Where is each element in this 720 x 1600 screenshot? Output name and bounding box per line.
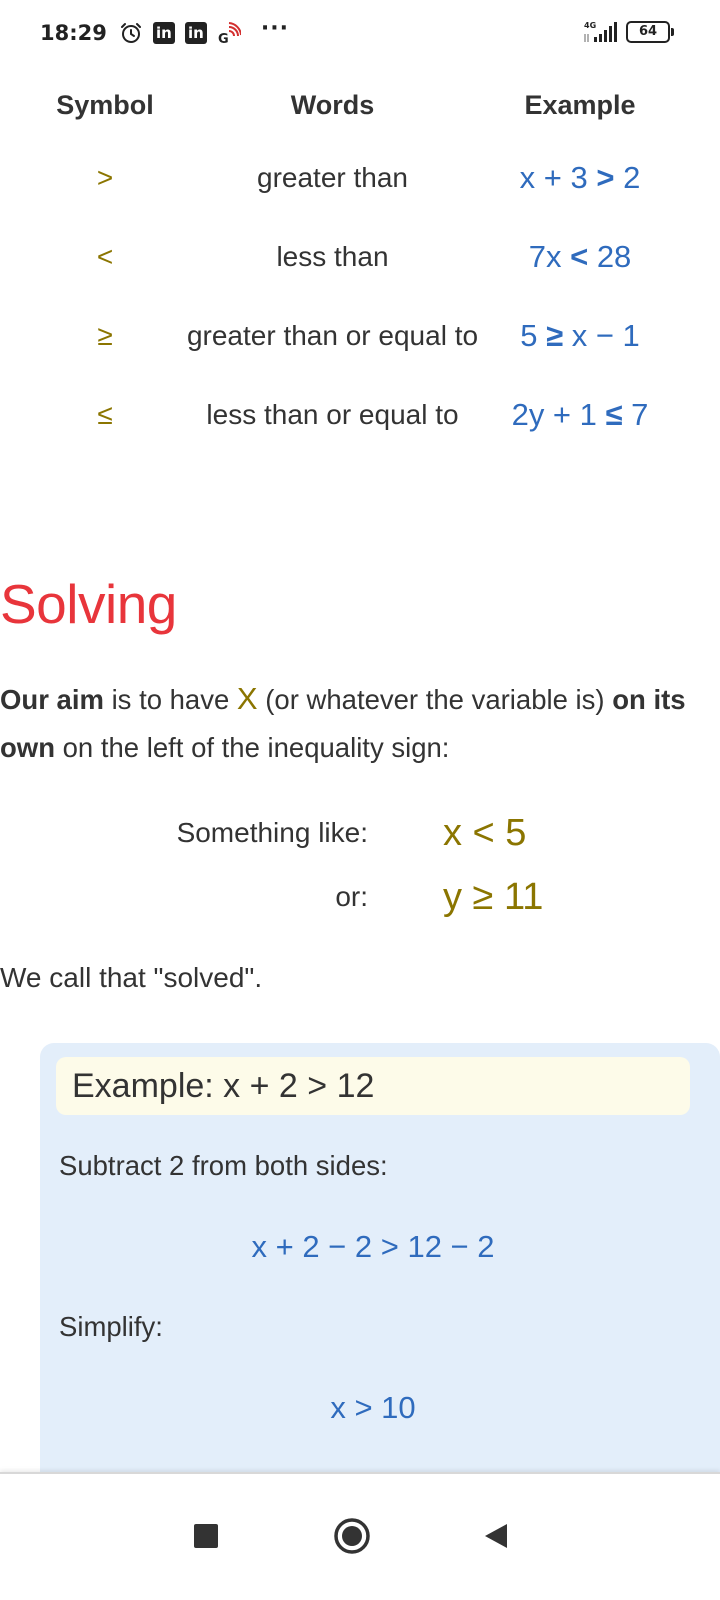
symbol-cell: <	[96, 241, 114, 272]
square-icon	[194, 1524, 218, 1548]
home-button[interactable]	[322, 1506, 382, 1566]
example-left: x + 3	[519, 160, 588, 195]
aim-paragraph: Our aim is to have X (or whatever the va…	[0, 675, 710, 772]
example-cell: 5 ≥ x − 1	[490, 313, 670, 359]
header-words: Words	[290, 90, 375, 120]
battery-level: 64	[638, 24, 658, 39]
example-right: x − 1	[571, 318, 640, 353]
example-right: 2	[623, 160, 641, 195]
alarm-icon	[119, 21, 143, 45]
linkedin-icon: in	[152, 21, 175, 44]
aim-text-2: (or whatever the variable is)	[265, 684, 605, 715]
words-cell: greater than or equal to	[186, 320, 479, 351]
step-instruction: Simplify:	[59, 1311, 163, 1342]
aim-text-1: is to have	[111, 684, 230, 715]
words-cell: less than or equal to	[206, 399, 459, 430]
example-left: 7x	[528, 239, 562, 274]
example-cell: 2y + 1 ≤ 7	[490, 392, 670, 438]
section-title: Solving	[0, 573, 177, 635]
recent-apps-button[interactable]	[176, 1506, 236, 1566]
example-op: <	[570, 239, 589, 274]
example-left: 2y + 1	[511, 397, 597, 432]
network-type-label: 4G	[584, 21, 596, 30]
solved-example-row: Something like: x < 5	[0, 805, 720, 869]
linkedin-icon-2: in	[184, 21, 207, 44]
symbol-cell: ≤	[97, 399, 113, 430]
back-button[interactable]	[466, 1506, 526, 1566]
navigation-bar	[0, 1472, 720, 1600]
example-right: 7	[631, 397, 649, 432]
more-notifications-icon: ···	[260, 16, 289, 41]
step-equation: x > 10	[330, 1390, 416, 1425]
screen: 18:29 in in G ··· 4G 64 Symbol Words Exa…	[0, 0, 720, 1600]
solved-example-label: or:	[335, 881, 368, 912]
table-header-row: Symbol Words Example	[0, 78, 720, 138]
cast-g-icon: G	[217, 21, 241, 45]
step-instruction: Subtract 2 from both sides:	[59, 1150, 388, 1181]
solved-example-label: Something like:	[176, 817, 368, 848]
table-row: > greater than x + 3 > 2	[0, 155, 720, 234]
header-example: Example	[524, 90, 636, 120]
words-cell: greater than	[257, 162, 408, 193]
example-left: 5	[520, 318, 538, 353]
symbols-table: Symbol Words Example > greater than x + …	[0, 78, 720, 471]
symbol-cell: >	[96, 162, 114, 193]
status-left: 18:29 in in G ···	[40, 16, 289, 45]
status-time: 18:29	[40, 20, 107, 45]
example-box: Example: x + 2 > 12 Subtract 2 from both…	[40, 1043, 720, 1513]
example-cell: x + 3 > 2	[490, 155, 670, 201]
table-row: ≥ greater than or equal to 5 ≥ x − 1	[0, 313, 720, 392]
status-bar: 18:29 in in G ··· 4G 64	[0, 0, 720, 70]
back-triangle-icon	[485, 1524, 507, 1548]
solved-examples: Something like: x < 5 or: y ≥ 11	[0, 805, 720, 933]
circle-icon	[334, 1518, 370, 1554]
svg-text:G: G	[218, 32, 229, 45]
step-equation: x + 2 − 2 > 12 − 2	[251, 1229, 495, 1264]
header-symbol: Symbol	[56, 90, 154, 120]
table-row: ≤ less than or equal to 2y + 1 ≤ 7	[0, 392, 720, 471]
symbol-cell: ≥	[97, 320, 113, 351]
example-op: >	[596, 160, 615, 195]
aim-text-3: on the left of the inequality sign:	[62, 732, 450, 763]
variable-x: X	[236, 681, 258, 716]
battery-icon: 64	[626, 21, 674, 43]
solved-example-value: y ≥ 11	[443, 876, 544, 918]
table-row: < less than 7x < 28	[0, 234, 720, 313]
signal-icon: 4G	[582, 20, 620, 44]
status-right: 4G 64	[582, 20, 674, 44]
example-cell: 7x < 28	[490, 234, 670, 280]
example-op: ≥	[546, 318, 564, 353]
example-op: ≤	[605, 397, 623, 432]
solved-statement: We call that "solved".	[0, 962, 263, 993]
example-title: Example: x + 2 > 12	[56, 1057, 690, 1115]
words-cell: less than	[276, 241, 389, 272]
solved-example-value: x < 5	[443, 812, 527, 854]
aim-bold-1: Our aim	[0, 684, 104, 715]
example-right: 28	[596, 239, 632, 274]
solved-example-row: or: y ≥ 11	[0, 869, 720, 933]
